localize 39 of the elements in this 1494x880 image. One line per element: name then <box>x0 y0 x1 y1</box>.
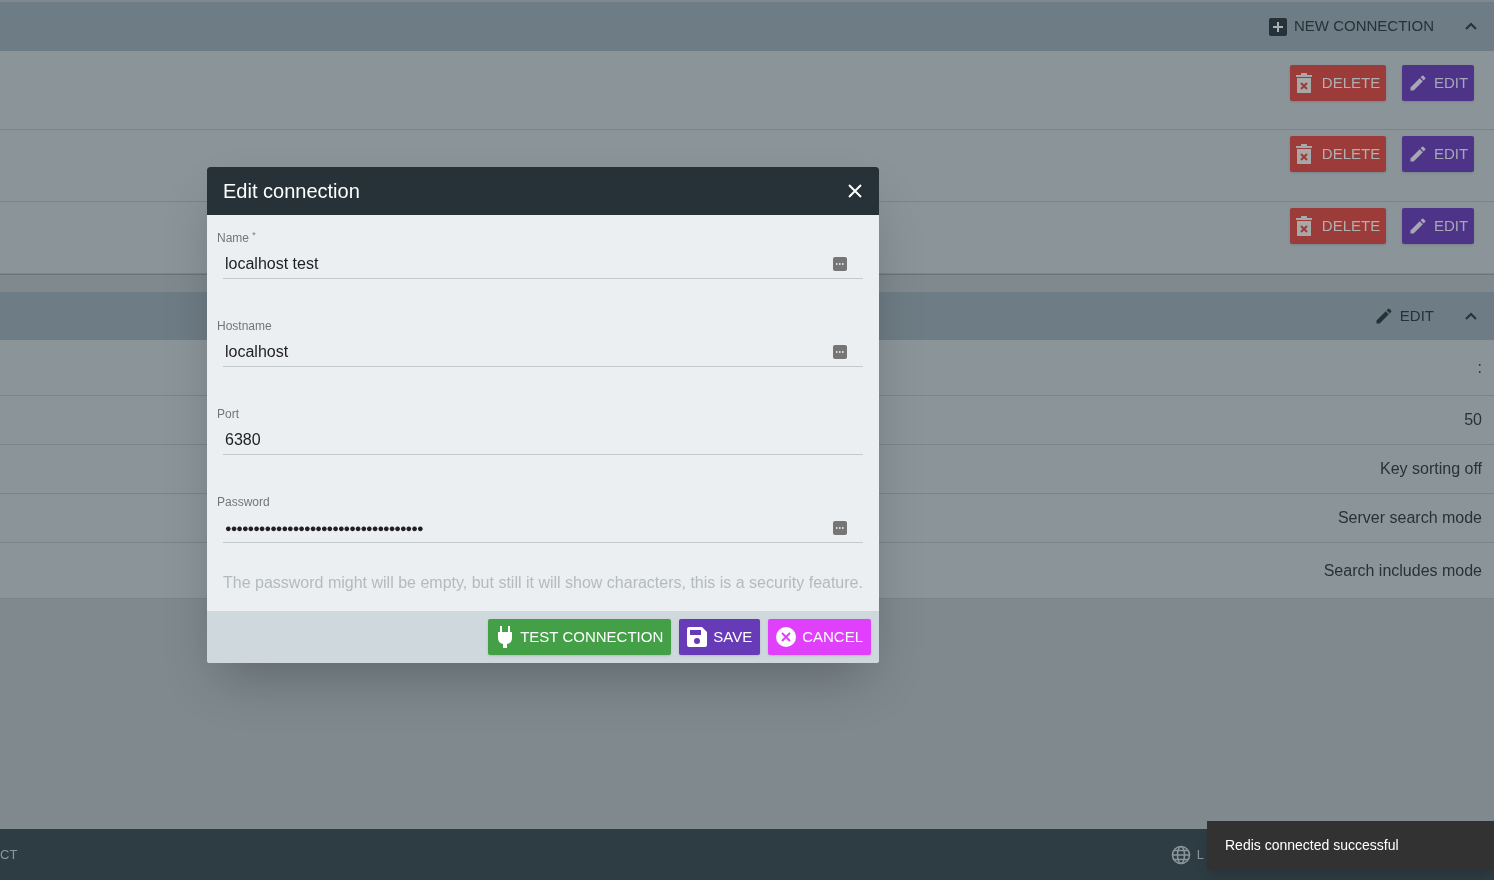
keyboard-icon[interactable] <box>833 257 847 271</box>
plug-icon <box>496 626 515 648</box>
input-field[interactable]: ●●●●●●●●●●●●●●●●●●●●●●●●●●●●●●●●●●● <box>223 513 863 543</box>
trash-icon <box>1295 144 1312 164</box>
collapse-icon[interactable] <box>1464 22 1478 31</box>
trash-icon <box>1295 216 1312 236</box>
setting-text: Search includes mode <box>1323 560 1482 581</box>
keyboard-icon[interactable] <box>833 345 847 359</box>
language-text[interactable]: L <box>1196 844 1204 865</box>
footer-text: CT <box>0 845 18 864</box>
edit-button[interactable]: EDIT <box>1373 304 1434 328</box>
setting-text: : <box>1477 357 1482 378</box>
globe-icon[interactable] <box>1170 844 1191 865</box>
dialog-title: Edit connection <box>223 179 360 204</box>
field-label: Name $^{*}$ <box>217 229 257 247</box>
field-label: Port <box>217 406 240 423</box>
collapse-icon[interactable] <box>1464 311 1478 321</box>
edit-button[interactable]: EDIT <box>1402 65 1474 101</box>
delete-button[interactable]: DELETE <box>1290 136 1386 172</box>
input-field[interactable]: 6380 <box>223 425 863 455</box>
new-connection-button[interactable]: NEW CONNECTION <box>1269 15 1434 38</box>
field-label: Password <box>217 494 271 511</box>
cancel-button[interactable]: CANCEL <box>768 619 871 655</box>
cancel-icon <box>776 627 797 647</box>
trash-icon <box>1295 73 1312 93</box>
delete-button[interactable]: DELETE <box>1290 208 1386 244</box>
edit-button[interactable]: EDIT <box>1402 136 1474 172</box>
test-connection-button[interactable]: TEST CONNECTION <box>488 619 672 655</box>
close-icon[interactable] <box>847 183 863 199</box>
status-toast: Redis connected successful <box>1207 821 1494 870</box>
keyboard-icon[interactable] <box>833 521 847 535</box>
setting-text: Key sorting off <box>1380 459 1482 479</box>
setting-text: Server search mode <box>1337 508 1482 528</box>
plus-icon <box>1269 17 1287 36</box>
setting-text: 50 <box>1464 410 1482 430</box>
edit-button[interactable]: EDIT <box>1402 208 1474 244</box>
delete-button[interactable]: DELETE <box>1290 65 1386 101</box>
save-button[interactable]: SAVE <box>679 619 761 655</box>
field-label: Hostname <box>217 318 273 335</box>
